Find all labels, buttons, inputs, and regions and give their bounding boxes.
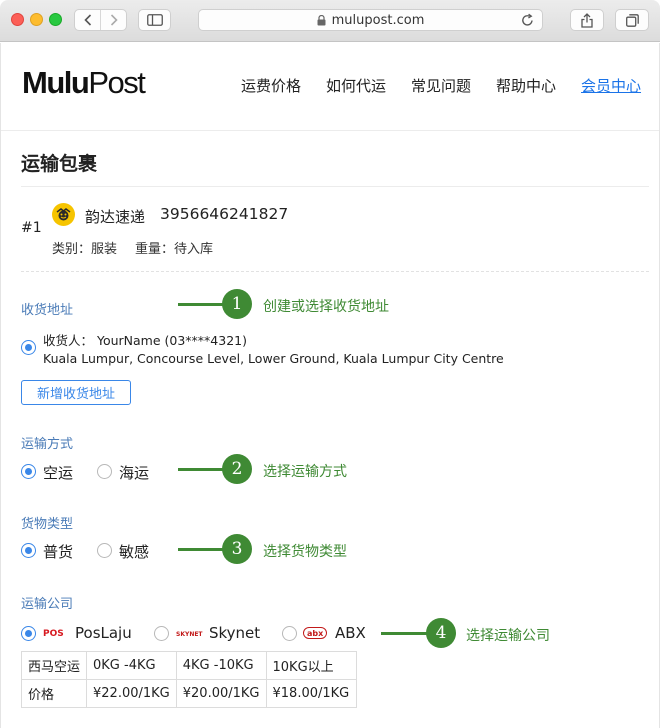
nav-member-center[interactable]: 会员中心 bbox=[581, 75, 641, 96]
general-goods-label[interactable]: 普货 bbox=[43, 541, 73, 562]
poslaju-radio[interactable] bbox=[21, 626, 36, 641]
lock-icon bbox=[317, 14, 326, 25]
table-row: 西马空运 0KG -4KG 4KG -10KG 10KG以上 bbox=[20, 651, 357, 680]
zoom-window-button[interactable] bbox=[49, 13, 62, 26]
back-button[interactable] bbox=[75, 10, 100, 30]
step-1-text: 创建或选择收货地址 bbox=[263, 299, 389, 315]
logo-light-text: Post bbox=[88, 65, 146, 100]
poslaju-label[interactable]: PosLaju bbox=[75, 624, 132, 642]
table-cell: ¥20.00/1KG bbox=[175, 679, 267, 708]
reload-icon bbox=[522, 13, 533, 26]
forward-button[interactable] bbox=[100, 10, 126, 30]
divider bbox=[21, 271, 649, 272]
page-content: MuluPost 运费价格 如何代运 常见问题 帮助中心 会员中心 运输包裹 #… bbox=[0, 43, 660, 728]
step-2-badge: 2 bbox=[222, 454, 252, 484]
rate-table: 西马空运 0KG -4KG 4KG -10KG 10KG以上 价格 ¥22.00… bbox=[20, 651, 357, 708]
page-title: 运输包裹 bbox=[21, 153, 98, 175]
sidebar-toggle-button[interactable] bbox=[138, 9, 171, 31]
sensitive-goods-label[interactable]: 敏感 bbox=[119, 541, 149, 562]
reload-button[interactable] bbox=[521, 13, 534, 31]
table-cell: 10KG以上 bbox=[265, 651, 357, 680]
table-cell: ¥22.00/1KG bbox=[86, 679, 177, 708]
step-4-text: 选择运输公司 bbox=[466, 628, 550, 644]
sea-freight-radio[interactable] bbox=[97, 464, 112, 479]
step-4-connector bbox=[381, 632, 431, 635]
url-text: mulupost.com bbox=[331, 12, 425, 28]
close-window-button[interactable] bbox=[11, 13, 24, 26]
carrier-name: 韵达速递 bbox=[85, 208, 146, 226]
sidebar-icon bbox=[146, 14, 163, 26]
browser-toolbar: mulupost.com bbox=[0, 0, 660, 42]
table-cell: 4KG -10KG bbox=[175, 651, 267, 680]
goods-type-label: 货物类型 bbox=[21, 517, 74, 532]
step-1-badge: 1 bbox=[222, 289, 252, 319]
minimize-window-button[interactable] bbox=[30, 13, 43, 26]
skynet-label[interactable]: Skynet bbox=[209, 624, 260, 642]
nav-faq[interactable]: 常见问题 bbox=[411, 75, 471, 96]
abx-label[interactable]: ABX bbox=[335, 624, 366, 642]
parcel-category: 类别：服装 bbox=[52, 242, 118, 257]
nav-help-center[interactable]: 帮助中心 bbox=[496, 75, 556, 96]
table-cell: 价格 bbox=[20, 679, 88, 708]
step-1-connector bbox=[178, 303, 228, 306]
step-3-text: 选择货物类型 bbox=[263, 544, 347, 560]
abx-radio[interactable] bbox=[282, 626, 297, 641]
courier-section-label: 运输公司 bbox=[21, 597, 74, 612]
site-logo[interactable]: MuluPost bbox=[22, 65, 146, 101]
chevron-right-icon bbox=[110, 14, 118, 26]
site-header: MuluPost 运费价格 如何代运 常见问题 帮助中心 会员中心 bbox=[1, 43, 659, 131]
general-goods-radio[interactable] bbox=[21, 543, 36, 558]
table-cell: 西马空运 bbox=[20, 651, 88, 680]
table-cell: ¥18.00/1KG bbox=[265, 679, 357, 708]
tab-overview-button[interactable] bbox=[615, 9, 649, 31]
step-3-connector bbox=[178, 548, 228, 551]
tabs-icon bbox=[625, 13, 639, 27]
history-nav bbox=[74, 9, 127, 31]
parcel-meta: 类别：服装 重量：待入库 bbox=[52, 238, 213, 257]
step-2-connector bbox=[178, 468, 228, 471]
recipient-name: 收货人： YourName (03****4321) bbox=[43, 333, 247, 348]
chevron-left-icon bbox=[84, 14, 91, 26]
skynet-logo-icon: SKYNET bbox=[176, 630, 203, 638]
sea-freight-label[interactable]: 海运 bbox=[119, 462, 149, 483]
divider bbox=[21, 186, 649, 187]
address-bar[interactable]: mulupost.com bbox=[198, 9, 543, 31]
share-icon bbox=[581, 12, 593, 28]
nav-how-to-ship[interactable]: 如何代运 bbox=[326, 75, 386, 96]
step-3-badge: 3 bbox=[222, 534, 252, 564]
air-freight-radio[interactable] bbox=[21, 464, 36, 479]
address-radio[interactable] bbox=[21, 340, 36, 355]
address-section-label: 收货地址 bbox=[21, 303, 74, 318]
abx-logo-icon: abx bbox=[303, 627, 328, 639]
step-4-badge: 4 bbox=[426, 618, 456, 648]
table-cell: 0KG -4KG bbox=[86, 651, 177, 680]
sensitive-goods-radio[interactable] bbox=[97, 543, 112, 558]
poslaju-logo-icon: POS bbox=[43, 629, 64, 639]
yunda-logo-icon bbox=[52, 203, 75, 226]
air-freight-label[interactable]: 空运 bbox=[43, 462, 73, 483]
tracking-number: 3956646241827 bbox=[160, 205, 289, 223]
parcel-index: #1 bbox=[21, 220, 42, 236]
parcel-weight: 重量：待入库 bbox=[135, 242, 214, 257]
logo-bold-text: Mulu bbox=[22, 65, 90, 100]
add-address-button[interactable]: 新增收货地址 bbox=[21, 380, 131, 405]
shipping-method-label: 运输方式 bbox=[21, 437, 74, 452]
share-button[interactable] bbox=[570, 9, 604, 31]
address-line: Kuala Lumpur, Concourse Level, Lower Gro… bbox=[43, 351, 504, 366]
nav-pricing[interactable]: 运费价格 bbox=[241, 75, 301, 96]
step-2-text: 选择运输方式 bbox=[263, 464, 347, 480]
skynet-radio[interactable] bbox=[154, 626, 169, 641]
table-row: 价格 ¥22.00/1KG ¥20.00/1KG ¥18.00/1KG bbox=[20, 679, 357, 708]
